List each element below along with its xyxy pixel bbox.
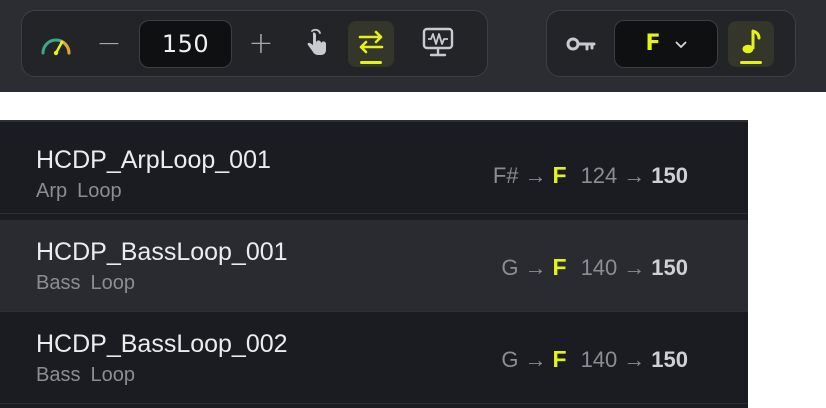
page: − 150 + F HCDP_ArpLoop_001 Arp Loop F# →… — [0, 0, 826, 408]
sample-conversion: G → F 140 → 150 — [501, 346, 688, 373]
sample-tag: Loop — [77, 180, 122, 202]
sync-active-indicator — [360, 60, 382, 64]
sample-row[interactable]: HCDP_BassLoop_001 Bass Loop G → F 140 → 1… — [0, 220, 748, 312]
sample-tag: Loop — [90, 364, 135, 386]
toolbar: − 150 + F — [0, 0, 826, 92]
sample-row[interactable]: HCDP_BassLoop_002 Bass Loop G → F 140 → 1… — [0, 312, 748, 404]
sample-name: HCDP_ArpLoop_001 — [36, 146, 271, 174]
original-key: G — [501, 254, 519, 280]
arrow-icon: → — [623, 254, 646, 280]
key-match-button[interactable] — [728, 20, 774, 67]
target-bpm: 150 — [651, 162, 688, 188]
sample-tag: Bass — [36, 272, 81, 294]
arrow-icon: → — [524, 162, 547, 188]
arrow-icon: → — [524, 346, 547, 372]
target-key: F — [552, 162, 567, 188]
target-bpm: 150 — [651, 346, 688, 372]
tempo-gauge-icon — [36, 24, 76, 64]
sample-tag: Arp — [36, 180, 68, 202]
arrow-icon: → — [623, 162, 646, 188]
sync-tempo-button[interactable] — [348, 20, 394, 67]
sample-name: HCDP_BassLoop_001 — [36, 238, 288, 266]
original-key: G — [501, 346, 519, 372]
tap-tempo-button[interactable] — [293, 21, 339, 67]
original-bpm: 140 — [580, 254, 618, 280]
sample-conversion: G → F 140 → 150 — [501, 254, 688, 281]
chevron-down-icon — [675, 34, 687, 53]
sample-list: HCDP_ArpLoop_001 Arp Loop F# → F 124 → 15… — [0, 120, 748, 408]
target-key: F — [552, 346, 567, 372]
target-key: F — [552, 254, 567, 280]
sample-tags: Bass Loop — [36, 364, 135, 387]
sync-arrows-icon — [357, 29, 385, 59]
sample-tags: Arp Loop — [36, 180, 122, 203]
tempo-group: − 150 + — [21, 10, 488, 77]
monitor-button[interactable] — [415, 21, 461, 67]
key-select[interactable]: F — [614, 19, 718, 68]
sample-name: HCDP_BassLoop_002 — [36, 330, 288, 358]
key-match-active-indicator — [740, 60, 762, 64]
key-group: F — [546, 10, 796, 77]
key-icon — [563, 29, 599, 59]
sample-tag: Bass — [36, 364, 81, 386]
tempo-input[interactable]: 150 — [139, 19, 232, 68]
sample-tag: Loop — [90, 272, 135, 294]
sample-conversion: F# → F 124 → 150 — [493, 162, 688, 189]
key-value: F — [645, 31, 661, 56]
original-bpm: 140 — [580, 346, 618, 372]
original-key: F# — [492, 162, 519, 188]
tap-tempo-icon — [303, 27, 329, 61]
arrow-icon: → — [524, 254, 547, 280]
monitor-waveform-icon — [421, 26, 455, 62]
row-divider — [0, 403, 748, 404]
sample-tags: Bass Loop — [36, 272, 135, 295]
original-bpm: 124 — [580, 162, 618, 188]
target-bpm: 150 — [651, 254, 688, 280]
tempo-increment-button[interactable]: + — [246, 21, 276, 67]
music-note-icon — [740, 28, 762, 60]
row-divider — [0, 213, 748, 214]
sample-row[interactable]: HCDP_ArpLoop_001 Arp Loop F# → F 124 → 15… — [0, 122, 748, 214]
tempo-decrement-button[interactable]: − — [94, 21, 124, 67]
arrow-icon: → — [623, 346, 646, 372]
